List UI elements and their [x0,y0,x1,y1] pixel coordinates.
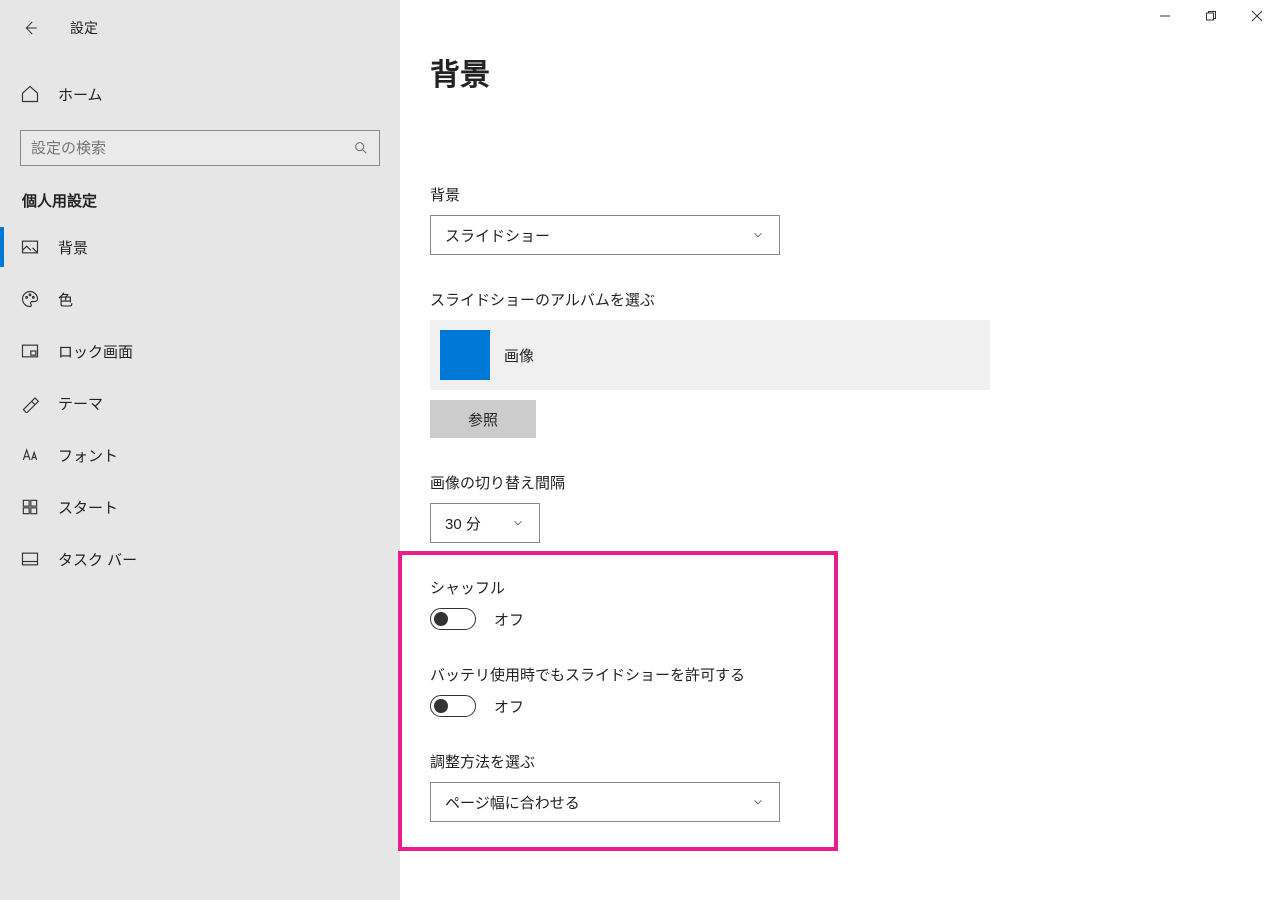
start-icon [20,497,40,517]
browse-button-label: 参照 [468,409,498,430]
sidebar: 設定 ホーム 個人用設定 背景 色 [0,0,400,900]
sidebar-item-taskbar[interactable]: タスク バー [0,533,400,585]
album-row[interactable]: 画像 [430,320,990,390]
close-button[interactable] [1234,0,1280,32]
minimize-icon [1159,10,1171,22]
background-dropdown[interactable]: スライドショー [430,215,780,255]
background-label: 背景 [430,184,1280,205]
close-icon [1251,10,1263,22]
page-title: 背景 [430,50,1280,94]
battery-state: オフ [494,696,524,717]
sidebar-item-label: フォント [58,445,118,466]
arrow-left-icon [21,19,39,37]
battery-label: バッテリ使用時でもスライドショーを許可する [430,664,1280,685]
sidebar-item-colors[interactable]: 色 [0,273,400,325]
sidebar-item-label: ロック画面 [58,341,133,362]
interval-dropdown-value: 30 分 [445,513,481,534]
chevron-down-icon [751,228,765,242]
sidebar-home-label: ホーム [58,84,103,105]
sidebar-item-label: テーマ [58,393,103,414]
interval-label: 画像の切り替え間隔 [430,472,1280,493]
shuffle-state: オフ [494,609,524,630]
picture-icon [20,237,40,257]
window-title: 設定 [70,18,98,38]
chevron-down-icon [511,516,525,530]
album-name: 画像 [504,345,534,366]
main-content: 背景 背景 スライドショー スライドショーのアルバムを選ぶ 画像 参照 画像の切… [400,0,1280,900]
album-label: スライドショーのアルバムを選ぶ [430,289,1280,310]
chevron-down-icon [751,795,765,809]
sidebar-item-start[interactable]: スタート [0,481,400,533]
background-dropdown-value: スライドショー [445,225,550,246]
minimize-button[interactable] [1142,0,1188,32]
battery-toggle[interactable] [430,695,476,717]
sidebar-home[interactable]: ホーム [0,68,400,120]
sidebar-item-label: 色 [58,289,73,310]
titlebar-controls [1142,0,1280,32]
sidebar-item-background[interactable]: 背景 [0,221,400,273]
theme-icon [20,393,40,413]
home-icon [20,84,40,104]
sidebar-item-fonts[interactable]: フォント [0,429,400,481]
search-box[interactable] [20,130,380,166]
search-input[interactable] [31,140,353,157]
shuffle-toggle[interactable] [430,608,476,630]
back-button[interactable] [14,12,46,44]
album-thumbnail [440,330,490,380]
sidebar-item-label: タスク バー [58,549,137,570]
font-icon [20,445,40,465]
fit-dropdown-value: ページ幅に合わせる [445,792,580,813]
maximize-button[interactable] [1188,0,1234,32]
sidebar-item-label: 背景 [58,237,88,258]
interval-dropdown[interactable]: 30 分 [430,503,540,543]
sidebar-item-label: スタート [58,497,118,518]
shuffle-label: シャッフル [430,577,1280,598]
search-icon [353,140,369,156]
maximize-icon [1205,10,1217,22]
browse-button[interactable]: 参照 [430,400,536,438]
fit-dropdown[interactable]: ページ幅に合わせる [430,782,780,822]
palette-icon [20,289,40,309]
taskbar-icon [20,549,40,569]
sidebar-category: 個人用設定 [0,166,400,221]
sidebar-item-themes[interactable]: テーマ [0,377,400,429]
lockscreen-icon [20,341,40,361]
sidebar-item-lockscreen[interactable]: ロック画面 [0,325,400,377]
fit-label: 調整方法を選ぶ [430,751,1280,772]
